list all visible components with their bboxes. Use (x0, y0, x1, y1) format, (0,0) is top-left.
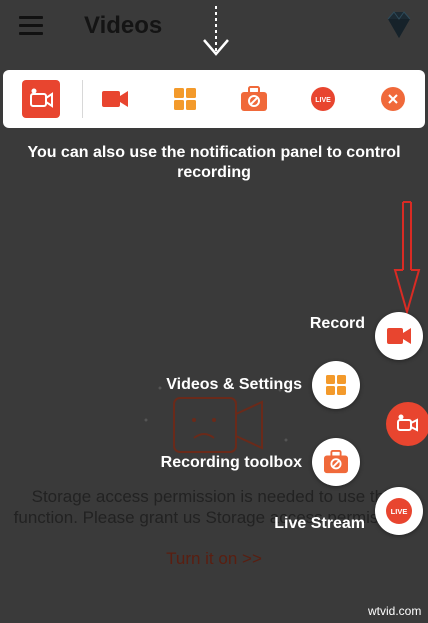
app-icon (397, 414, 418, 432)
recording-toolbox-fab-button[interactable] (312, 438, 360, 486)
record-icon (102, 91, 128, 107)
record-button[interactable] (85, 70, 145, 128)
videos-grid-button[interactable] (155, 70, 215, 128)
watermark: wtvid.com (368, 604, 422, 618)
videos-settings-label: Videos & Settings (166, 376, 302, 393)
record-fab-button[interactable] (375, 312, 423, 360)
divider (82, 80, 83, 118)
videos-grid-icon (326, 375, 346, 395)
toolbox-icon (324, 450, 348, 474)
page-title: Videos (84, 12, 163, 39)
turn-it-on-link[interactable]: Turn it on >> (0, 549, 428, 569)
live-icon: LIVE (311, 87, 335, 111)
toolbox-icon (241, 86, 267, 111)
app-logo-button[interactable] (11, 70, 71, 128)
svg-text:LIVE: LIVE (315, 97, 331, 104)
close-icon (381, 87, 405, 111)
svg-text:LIVE: LIVE (391, 507, 408, 516)
hint-text: You can also use the notification panel … (27, 144, 401, 181)
dashed-down-arrow-icon (203, 6, 229, 56)
toolbox-button[interactable] (224, 70, 284, 128)
videos-settings-fab-button[interactable] (312, 361, 360, 409)
live-icon: LIVE (386, 498, 412, 524)
videos-grid-icon (174, 88, 196, 110)
recording-toolbox-label: Recording toolbox (160, 454, 302, 471)
diamond-icon[interactable] (382, 8, 416, 42)
close-button[interactable] (363, 70, 423, 128)
live-button[interactable]: LIVE (293, 70, 353, 128)
app-icon (22, 80, 60, 118)
record-label: Record (309, 315, 365, 332)
red-down-arrow-icon (393, 201, 421, 316)
main-floating-button[interactable] (386, 402, 428, 446)
hamburger-menu-icon[interactable] (19, 16, 43, 36)
record-icon (387, 328, 411, 344)
live-stream-fab-button[interactable]: LIVE (375, 487, 423, 535)
live-stream-label: Live Stream (274, 515, 365, 532)
notification-panel: LIVE (3, 70, 425, 128)
